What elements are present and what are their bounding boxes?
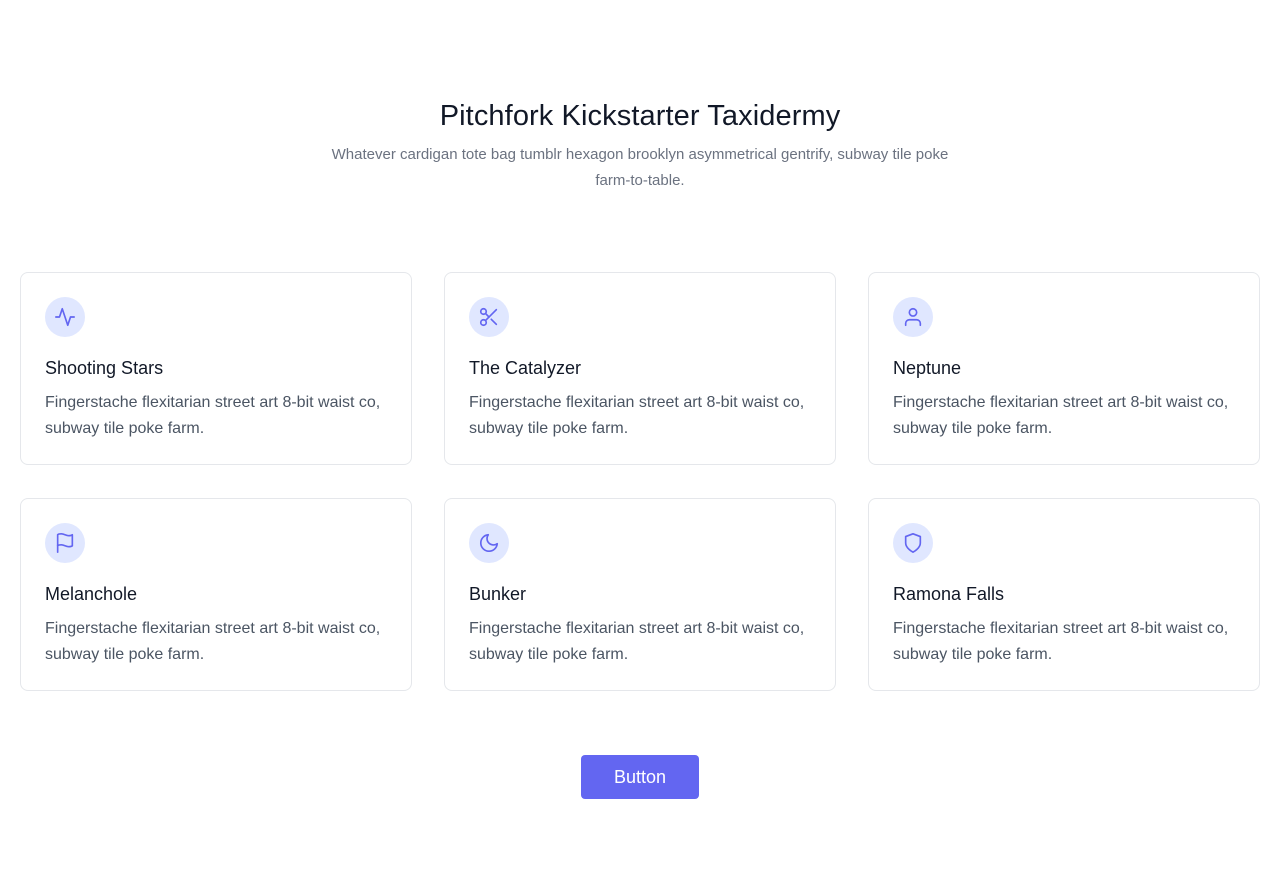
user-icon [893,297,933,337]
card-title: Melanchole [45,584,138,604]
feature-card-neptune: Neptune Fingerstache flexitarian street … [868,272,1260,465]
card-text: Fingerstache flexitarian street art 8-bi… [469,394,805,437]
card-title: Neptune [893,358,962,378]
pulse-icon [45,297,85,337]
card-text: Fingerstache flexitarian street art 8-bi… [893,620,1229,663]
flag-icon [45,523,85,563]
card-text: Fingerstache flexitarian street art 8-bi… [45,620,381,663]
cta-button[interactable]: Button [581,755,699,799]
card-title: Ramona Falls [893,584,1005,604]
card-title: The Catalyzer [469,358,582,378]
card-text: Fingerstache flexitarian street art 8-bi… [893,394,1229,437]
feature-card-the-catalyzer: The Catalyzer Fingerstache flexitarian s… [444,272,836,465]
scissors-icon [469,297,509,337]
page-subtitle: Whatever cardigan tote bag tumblr hexago… [331,146,949,189]
feature-grid: Shooting Stars Fingerstache flexitarian … [20,272,1260,691]
shield-icon [893,523,933,563]
card-text: Fingerstache flexitarian street art 8-bi… [45,394,381,437]
feature-card-melanchole: Melanchole Fingerstache flexitarian stre… [20,498,412,691]
feature-card-ramona-falls: Ramona Falls Fingerstache flexitarian st… [868,498,1260,691]
card-title: Shooting Stars [45,358,164,378]
page: Pitchfork Kickstarter Taxidermy Whatever… [0,0,1280,895]
feature-card-bunker: Bunker Fingerstache flexitarian street a… [444,498,836,691]
moon-icon [469,523,509,563]
page-title: Pitchfork Kickstarter Taxidermy [439,100,841,132]
card-title: Bunker [469,584,527,604]
header: Pitchfork Kickstarter Taxidermy Whatever… [0,96,1280,194]
card-text: Fingerstache flexitarian street art 8-bi… [469,620,805,663]
feature-card-shooting-stars: Shooting Stars Fingerstache flexitarian … [20,272,412,465]
